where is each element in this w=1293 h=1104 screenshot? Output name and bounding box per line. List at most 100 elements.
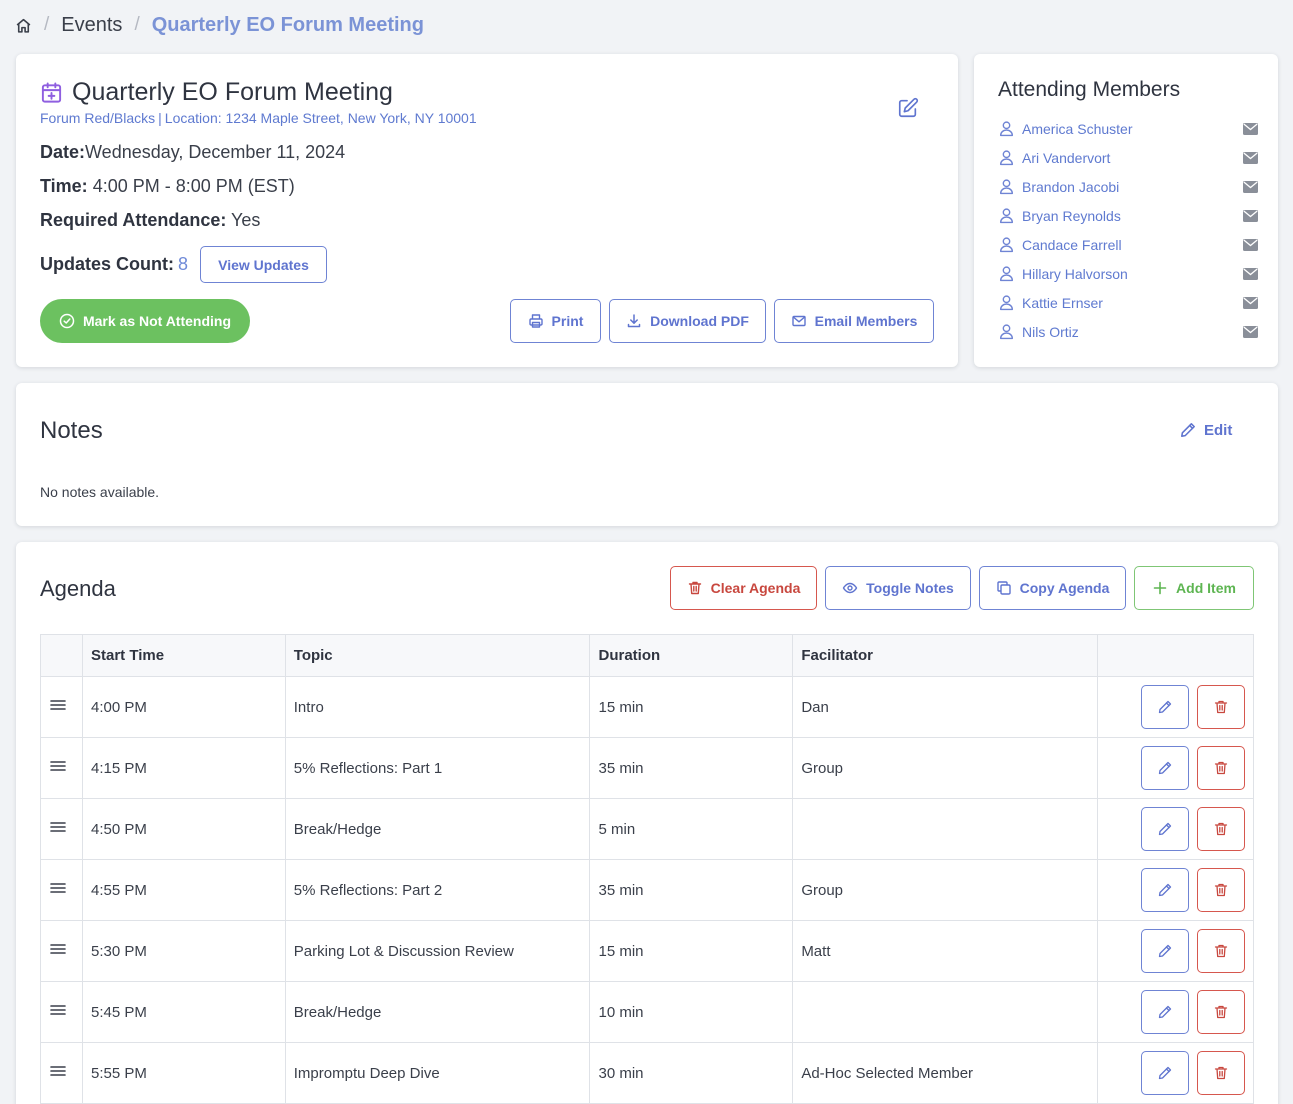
edit-row-button[interactable] <box>1141 990 1189 1034</box>
eye-icon <box>842 580 858 596</box>
add-item-button[interactable]: Add Item <box>1134 566 1254 610</box>
edit-row-button[interactable] <box>1141 929 1189 973</box>
print-button[interactable]: Print <box>510 299 601 343</box>
toggle-notes-button[interactable]: Toggle Notes <box>825 566 971 610</box>
delete-row-button[interactable] <box>1197 746 1245 790</box>
download-icon <box>626 313 642 329</box>
actions-cell <box>1097 798 1254 860</box>
envelope-icon[interactable] <box>1243 238 1258 251</box>
forum-link[interactable]: Forum Red/Blacks <box>40 110 155 126</box>
drag-handle-icon[interactable] <box>49 1003 67 1017</box>
notes-card: Notes Edit No notes available. <box>16 383 1278 526</box>
member-name[interactable]: Candace Farrell <box>1022 237 1243 253</box>
header-start-time: Start Time <box>81 634 286 677</box>
not-attending-label: Mark as Not Attending <box>82 313 232 329</box>
drag-handle-icon[interactable] <box>49 698 67 712</box>
edit-row-button[interactable] <box>1141 685 1189 729</box>
delete-row-button[interactable] <box>1197 868 1245 912</box>
required-label: Required Attendance: <box>40 210 227 230</box>
member-name[interactable]: Nils Ortiz <box>1022 324 1243 340</box>
drag-handle-icon[interactable] <box>49 759 67 773</box>
user-icon <box>998 149 1015 166</box>
edit-row-button[interactable] <box>1141 807 1189 851</box>
drag-cell <box>40 737 83 799</box>
copy-agenda-button[interactable]: Copy Agenda <box>979 566 1126 610</box>
clear-agenda-button[interactable]: Clear Agenda <box>670 566 817 610</box>
user-icon <box>998 294 1015 311</box>
member-name[interactable]: Ari Vandervort <box>1022 150 1243 166</box>
pencil-icon <box>1157 821 1173 837</box>
topic-cell: Impromptu Deep Dive <box>284 1042 591 1104</box>
envelope-icon[interactable] <box>1243 180 1258 193</box>
drag-handle-icon[interactable] <box>49 1064 67 1078</box>
drag-handle-icon[interactable] <box>49 820 67 834</box>
pencil-icon <box>1157 760 1173 776</box>
drag-cell <box>40 798 83 860</box>
envelope-icon[interactable] <box>1243 151 1258 164</box>
member-item[interactable]: Nils Ortiz <box>998 317 1258 346</box>
required-value: Yes <box>231 210 261 230</box>
breadcrumb-events[interactable]: Events <box>61 14 122 37</box>
topic-cell: Break/Hedge <box>284 798 591 860</box>
agenda-row: 4:50 PM Break/Hedge 5 min <box>40 798 1254 860</box>
envelope-icon[interactable] <box>1243 122 1258 135</box>
event-date: Date:Wednesday, December 11, 2024 <box>40 142 345 163</box>
member-name[interactable]: Brandon Jacobi <box>1022 179 1243 195</box>
member-name[interactable]: Bryan Reynolds <box>1022 208 1243 224</box>
location-text: Location: 1234 Maple Street, New York, N… <box>164 110 477 126</box>
envelope-icon[interactable] <box>1243 296 1258 309</box>
event-time: Time: 4:00 PM - 8:00 PM (EST) <box>40 176 295 197</box>
envelope-icon[interactable] <box>1243 267 1258 280</box>
member-item[interactable]: Bryan Reynolds <box>998 201 1258 230</box>
member-item[interactable]: Ari Vandervort <box>998 143 1258 172</box>
edit-event-icon[interactable] <box>897 97 919 119</box>
trash-icon <box>1213 821 1229 837</box>
edit-row-button[interactable] <box>1141 868 1189 912</box>
member-item[interactable]: Kattie Ernser <box>998 288 1258 317</box>
delete-row-button[interactable] <box>1197 685 1245 729</box>
member-item[interactable]: America Schuster <box>998 114 1258 143</box>
agenda-body: 4:00 PM Intro 15 min Dan 4:15 PM 5% Reflectio… <box>40 676 1254 1104</box>
member-name[interactable]: Kattie Ernser <box>1022 295 1243 311</box>
delete-row-button[interactable] <box>1197 1051 1245 1095</box>
view-updates-button[interactable]: View Updates <box>200 246 327 283</box>
email-members-label: Email Members <box>814 313 918 329</box>
breadcrumb-separator: / <box>44 14 50 35</box>
member-item[interactable]: Hillary Halvorson <box>998 259 1258 288</box>
pencil-icon <box>1157 1065 1173 1081</box>
start-time-cell: 4:00 PM <box>81 676 286 738</box>
mark-not-attending-button[interactable]: Mark as Not Attending <box>40 299 250 343</box>
start-time-cell: 5:55 PM <box>81 1042 286 1104</box>
member-item[interactable]: Brandon Jacobi <box>998 172 1258 201</box>
envelope-icon[interactable] <box>1243 325 1258 338</box>
edit-notes-label: Edit <box>1204 421 1233 439</box>
edit-row-button[interactable] <box>1141 1051 1189 1095</box>
breadcrumb: / Events / Quarterly EO Forum Meeting <box>15 12 424 38</box>
member-name[interactable]: Hillary Halvorson <box>1022 266 1243 282</box>
member-item[interactable]: Candace Farrell <box>998 230 1258 259</box>
delete-row-button[interactable] <box>1197 990 1245 1034</box>
home-icon[interactable] <box>15 17 32 34</box>
user-icon <box>998 207 1015 224</box>
drag-handle-icon[interactable] <box>49 942 67 956</box>
delete-row-button[interactable] <box>1197 807 1245 851</box>
edit-notes-button[interactable]: Edit <box>1179 421 1232 439</box>
member-name[interactable]: America Schuster <box>1022 121 1243 137</box>
edit-row-button[interactable] <box>1141 746 1189 790</box>
agenda-card: Agenda Clear Agenda Toggle Notes Copy Ag… <box>16 542 1278 1104</box>
trash-icon <box>1213 943 1229 959</box>
start-time-cell: 4:50 PM <box>81 798 286 860</box>
date-value: Wednesday, December 11, 2024 <box>85 142 346 162</box>
email-members-button[interactable]: Email Members <box>774 299 934 343</box>
drag-handle-icon[interactable] <box>49 881 67 895</box>
download-pdf-button[interactable]: Download PDF <box>609 299 766 343</box>
delete-row-button[interactable] <box>1197 929 1245 973</box>
actions-cell <box>1097 676 1254 738</box>
duration-cell: 35 min <box>589 859 794 921</box>
toggle-notes-label: Toggle Notes <box>866 580 954 596</box>
event-title-row: Quarterly EO Forum Meeting <box>40 78 393 107</box>
trash-icon <box>1213 1004 1229 1020</box>
pencil-icon <box>1157 882 1173 898</box>
envelope-icon[interactable] <box>1243 209 1258 222</box>
user-icon <box>998 236 1015 253</box>
